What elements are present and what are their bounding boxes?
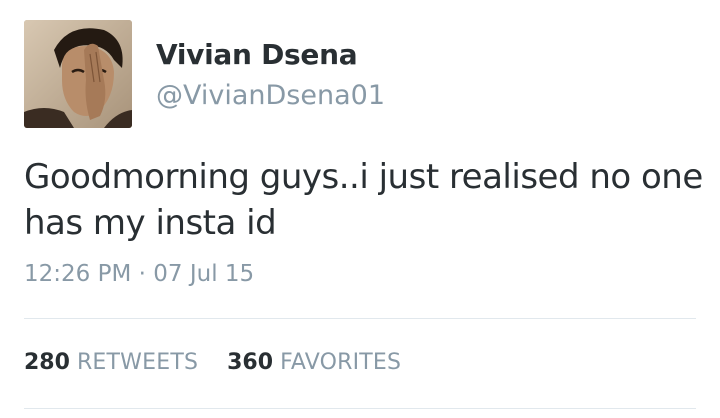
tweet-text: Goodmorning guys..i just realised no one…	[24, 157, 703, 243]
favorites-stat[interactable]: 360 FAVORITES	[227, 350, 401, 375]
tweet-time: 12:26 PM	[24, 261, 132, 287]
divider	[24, 318, 696, 319]
favorites-count: 360	[227, 350, 274, 375]
tweet-date: 07 Jul 15	[153, 261, 255, 287]
user-name[interactable]: Vivian Dsena	[156, 38, 358, 71]
retweets-count: 280	[24, 350, 70, 375]
tweet-timestamp[interactable]: 12:26 PM · 07 Jul 15	[24, 261, 254, 287]
avatar-photo	[24, 20, 132, 128]
divider	[24, 408, 696, 409]
favorites-label: FAVORITES	[280, 350, 402, 375]
timestamp-separator: ·	[138, 261, 146, 287]
tweet-stats: 280 RETWEETS 360 FAVORITES	[24, 350, 423, 375]
tweet-card: Vivian Dsena @VivianDsena01 Goodmorning …	[0, 0, 720, 418]
retweets-label: RETWEETS	[76, 350, 199, 375]
avatar[interactable]	[24, 20, 132, 128]
retweets-stat[interactable]: 280 RETWEETS	[24, 350, 198, 375]
user-handle[interactable]: @VivianDsena01	[156, 80, 385, 111]
